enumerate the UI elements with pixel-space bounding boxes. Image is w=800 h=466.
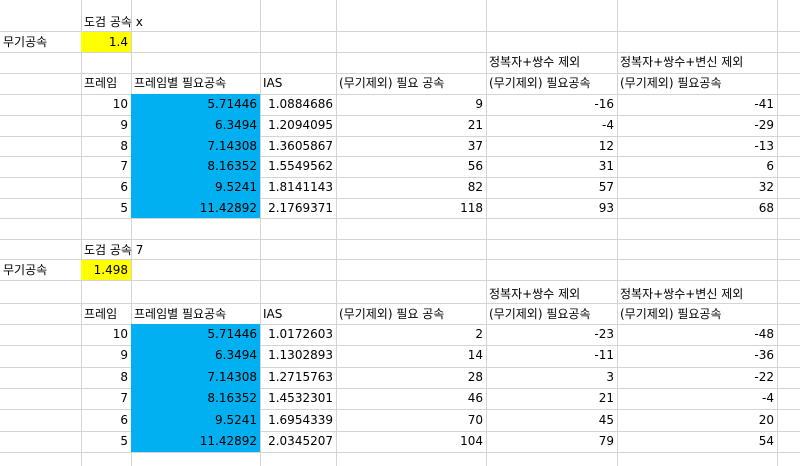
ias-cell[interactable]: 1.2715763 [260, 367, 336, 387]
no-weapon-excl-transform-cell[interactable]: -29 [617, 115, 777, 135]
ias-cell[interactable]: 1.2094095 [260, 115, 336, 135]
no-weapon-excl-transform-cell[interactable]: -41 [617, 94, 777, 114]
no-weapon-speed-cell[interactable]: 21 [336, 115, 486, 135]
col-header-ias[interactable]: IAS [260, 73, 336, 93]
no-weapon-speed-cell[interactable]: 9 [336, 94, 486, 114]
frame-cell[interactable]: 6 [81, 410, 131, 430]
group-header-exclude-transform[interactable]: 정복자+쌍수+변신 제외 [617, 284, 797, 304]
ias-cell[interactable]: 1.4532301 [260, 388, 336, 408]
no-weapon-excl-cell[interactable]: 45 [486, 410, 617, 430]
required-speed-cell[interactable]: 5.71446 [131, 94, 260, 114]
weapon-speed-value[interactable]: 1.4 [81, 32, 131, 52]
ias-cell[interactable]: 1.6954339 [260, 410, 336, 430]
no-weapon-speed-cell[interactable]: 37 [336, 136, 486, 156]
col-header-ias[interactable]: IAS [260, 304, 336, 324]
frame-cell[interactable]: 6 [81, 177, 131, 197]
frame-cell[interactable]: 10 [81, 94, 131, 114]
weapon-speed-label[interactable]: 무기공속 [0, 260, 81, 280]
frame-cell[interactable]: 8 [81, 367, 131, 387]
ias-cell[interactable]: 1.0884686 [260, 94, 336, 114]
no-weapon-speed-cell[interactable]: 14 [336, 345, 486, 365]
col-header-required-speed[interactable]: 프레임별 필요공속 [131, 304, 260, 324]
frame-cell[interactable]: 5 [81, 198, 131, 218]
col-header-frame[interactable]: 프레임 [81, 304, 131, 324]
no-weapon-excl-cell[interactable]: 31 [486, 156, 617, 176]
no-weapon-excl-cell[interactable]: 21 [486, 388, 617, 408]
ias-cell[interactable]: 1.1302893 [260, 345, 336, 365]
gridline [0, 218, 800, 219]
ias-cell[interactable]: 1.8141143 [260, 177, 336, 197]
no-weapon-excl-transform-cell[interactable]: 54 [617, 431, 777, 451]
no-weapon-excl-transform-cell[interactable]: -4 [617, 388, 777, 408]
no-weapon-excl-transform-cell[interactable]: -36 [617, 345, 777, 365]
no-weapon-speed-cell[interactable]: 46 [336, 388, 486, 408]
frame-cell[interactable]: 9 [81, 345, 131, 365]
frame-cell[interactable]: 9 [81, 115, 131, 135]
required-speed-cell[interactable]: 7.14308 [131, 136, 260, 156]
required-speed-cell[interactable]: 9.5241 [131, 410, 260, 430]
group-header-exclude-transform[interactable]: 정복자+쌍수+변신 제외 [617, 52, 797, 72]
no-weapon-speed-cell[interactable]: 56 [336, 156, 486, 176]
frame-cell[interactable]: 5 [81, 431, 131, 451]
no-weapon-excl-cell[interactable]: 79 [486, 431, 617, 451]
group-header-exclude[interactable]: 정복자+쌍수 제외 [486, 284, 617, 304]
weapon-speed-value[interactable]: 1.498 [81, 260, 131, 280]
required-speed-cell[interactable]: 7.14308 [131, 367, 260, 387]
no-weapon-speed-cell[interactable]: 2 [336, 324, 486, 344]
no-weapon-excl-transform-cell[interactable]: -13 [617, 136, 777, 156]
block-title[interactable]: 도검 공속 x [81, 12, 261, 32]
no-weapon-excl-cell[interactable]: -11 [486, 345, 617, 365]
required-speed-cell[interactable]: 11.42892 [131, 431, 260, 451]
no-weapon-excl-cell[interactable]: 57 [486, 177, 617, 197]
frame-cell[interactable]: 7 [81, 156, 131, 176]
ias-cell[interactable]: 1.5549562 [260, 156, 336, 176]
block-title[interactable]: 도검 공속 7 [81, 240, 261, 260]
col-header-no-weapon-excl-transform[interactable]: (무기제외) 필요공속 [617, 73, 777, 93]
required-speed-cell[interactable]: 8.16352 [131, 156, 260, 176]
no-weapon-excl-cell[interactable]: 93 [486, 198, 617, 218]
no-weapon-excl-transform-cell[interactable]: 32 [617, 177, 777, 197]
spreadsheet-grid[interactable]: 도검 공속 x 무기공속 1.4 정복자+쌍수 제외 정복자+쌍수+변신 제외 … [0, 0, 800, 466]
required-speed-cell[interactable]: 11.42892 [131, 198, 260, 218]
no-weapon-excl-cell[interactable]: -16 [486, 94, 617, 114]
group-header-exclude[interactable]: 정복자+쌍수 제외 [486, 52, 617, 72]
no-weapon-excl-cell[interactable]: 12 [486, 136, 617, 156]
no-weapon-speed-cell[interactable]: 82 [336, 177, 486, 197]
no-weapon-excl-transform-cell[interactable]: -22 [617, 367, 777, 387]
col-header-frame[interactable]: 프레임 [81, 73, 131, 93]
no-weapon-excl-transform-cell[interactable]: -48 [617, 324, 777, 344]
required-speed-cell[interactable]: 5.71446 [131, 324, 260, 344]
frame-cell[interactable]: 8 [81, 136, 131, 156]
no-weapon-speed-cell[interactable]: 70 [336, 410, 486, 430]
required-speed-cell[interactable]: 8.16352 [131, 388, 260, 408]
no-weapon-speed-cell[interactable]: 104 [336, 431, 486, 451]
no-weapon-excl-transform-cell[interactable]: 6 [617, 156, 777, 176]
no-weapon-excl-transform-cell[interactable]: 68 [617, 198, 777, 218]
ias-cell[interactable]: 1.3605867 [260, 136, 336, 156]
ias-cell[interactable]: 2.0345207 [260, 431, 336, 451]
ias-cell[interactable]: 1.0172603 [260, 324, 336, 344]
ias-cell[interactable]: 2.1769371 [260, 198, 336, 218]
frame-cell[interactable]: 10 [81, 324, 131, 344]
col-header-required-speed[interactable]: 프레임별 필요공속 [131, 73, 260, 93]
no-weapon-excl-cell[interactable]: -4 [486, 115, 617, 135]
no-weapon-excl-transform-cell[interactable]: 20 [617, 410, 777, 430]
frame-cell[interactable]: 7 [81, 388, 131, 408]
required-speed-cell[interactable]: 6.3494 [131, 345, 260, 365]
weapon-speed-label[interactable]: 무기공속 [0, 32, 81, 52]
col-header-no-weapon-excl[interactable]: (무기제외) 필요공속 [486, 73, 617, 93]
gridline [0, 280, 800, 281]
required-speed-cell[interactable]: 9.5241 [131, 177, 260, 197]
no-weapon-speed-cell[interactable]: 118 [336, 198, 486, 218]
col-header-no-weapon-excl-transform[interactable]: (무기제외) 필요공속 [617, 304, 777, 324]
gridline [0, 452, 800, 453]
no-weapon-excl-cell[interactable]: -23 [486, 324, 617, 344]
no-weapon-excl-cell[interactable]: 3 [486, 367, 617, 387]
col-header-no-weapon[interactable]: (무기제외) 필요 공속 [336, 73, 486, 93]
required-speed-cell[interactable]: 6.3494 [131, 115, 260, 135]
col-header-no-weapon-excl[interactable]: (무기제외) 필요공속 [486, 304, 617, 324]
no-weapon-speed-cell[interactable]: 28 [336, 367, 486, 387]
col-header-no-weapon[interactable]: (무기제외) 필요 공속 [336, 304, 486, 324]
